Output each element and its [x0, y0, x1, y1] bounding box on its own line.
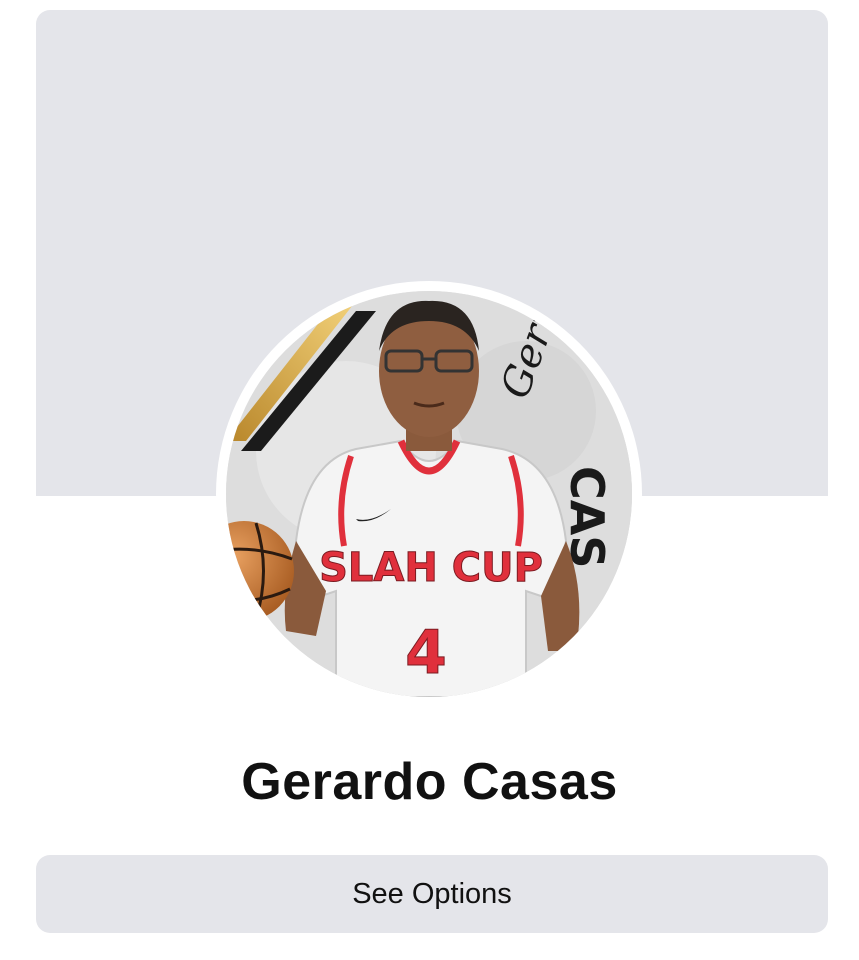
profile-name: Gerardo Casas — [241, 753, 618, 811]
profile-picture-illustration: Gern CAS SLAH CUP 4 — [226, 291, 632, 697]
profile-picture-frame[interactable]: Gern CAS SLAH CUP 4 — [216, 281, 642, 707]
jersey-number: 4 — [405, 618, 447, 688]
profile-picture[interactable]: Gern CAS SLAH CUP 4 — [226, 291, 632, 697]
profile-card: Gern CAS SLAH CUP 4 Gerardo Casas See Op… — [0, 0, 859, 960]
see-options-button[interactable]: See Options — [36, 855, 828, 933]
jersey-text: SLAH CUP — [319, 545, 543, 591]
